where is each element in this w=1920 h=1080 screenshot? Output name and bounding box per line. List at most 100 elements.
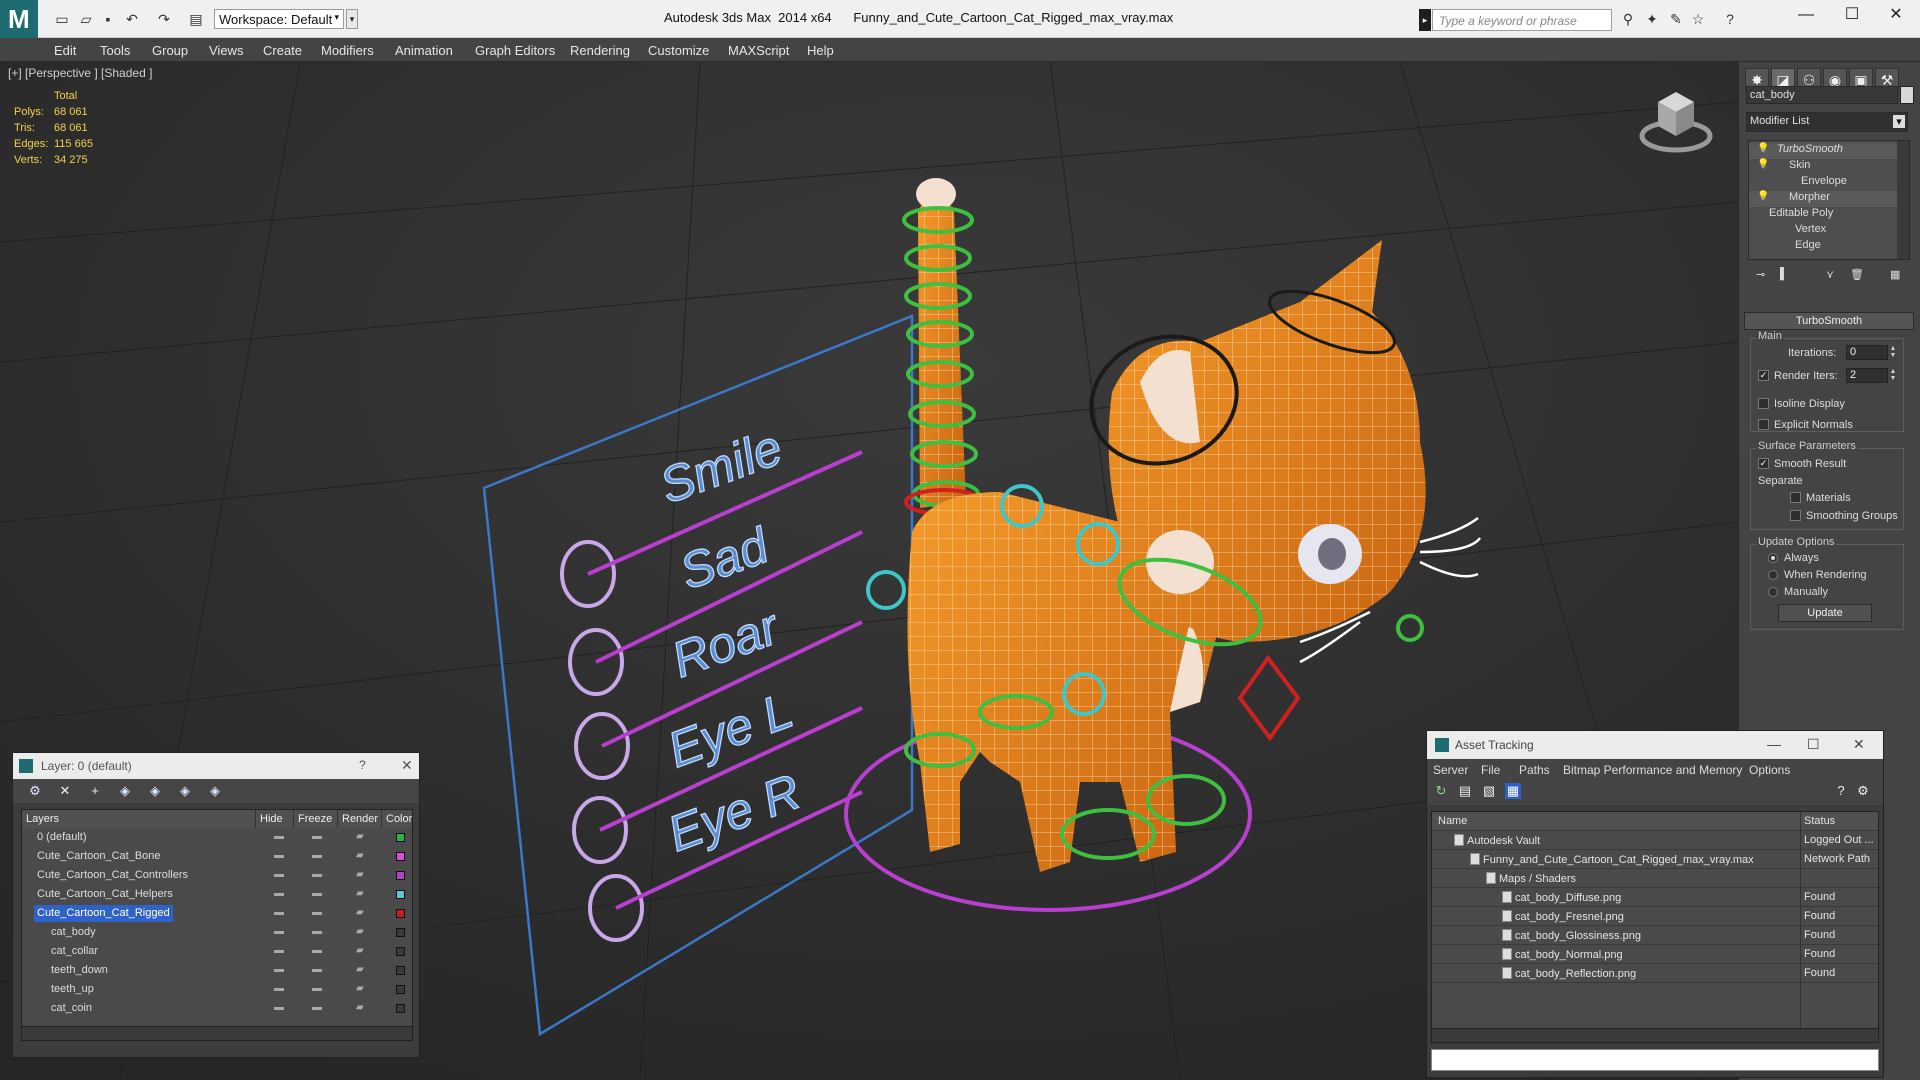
select-objects-icon[interactable]: ◈ — [117, 783, 133, 799]
menu-rendering[interactable]: Rendering — [570, 43, 630, 58]
stack-item-edge[interactable]: Edge — [1749, 239, 1897, 255]
layer-row-name[interactable]: cat_coin — [48, 1000, 95, 1017]
hide-toggle-icon[interactable]: ▬ — [274, 1002, 284, 1013]
object-color-swatch[interactable] — [1900, 86, 1914, 104]
layer-row[interactable]: cat_body ▬ ▬ ▰ — [22, 923, 412, 942]
menu-modifiers[interactable]: Modifiers — [321, 43, 374, 58]
col-name[interactable]: Name — [1438, 815, 1467, 827]
table-view-icon[interactable]: ▦ — [1505, 783, 1521, 799]
asset-menu-bitmap[interactable]: Bitmap Performance and Memory — [1563, 763, 1742, 777]
layer-color-swatch[interactable] — [396, 890, 405, 899]
render-toggle-icon[interactable]: ▰ — [356, 850, 364, 861]
stack-item-vertex[interactable]: Vertex — [1749, 223, 1897, 239]
freeze-toggle-icon[interactable]: ▬ — [312, 926, 322, 937]
turbosmooth-rollout-header[interactable]: TurboSmooth — [1744, 312, 1914, 330]
stack-item-skin[interactable]: Skin — [1749, 159, 1897, 175]
layer-row[interactable]: 0 (default) ▬ ▬ ▰ — [22, 828, 412, 847]
asset-help-icon[interactable]: ? — [1833, 783, 1849, 799]
col-layers[interactable]: Layers — [22, 810, 256, 828]
layer-row-name[interactable]: Cute_Cartoon_Cat_Controllers — [34, 867, 191, 884]
asset-row[interactable]: Funny_and_Cute_Cartoon_Cat_Rigged_max_vr… — [1432, 850, 1878, 869]
iterations-spinner-arrows[interactable]: ▲ ▼ — [1888, 345, 1898, 360]
viewcube-icon[interactable] — [1636, 80, 1716, 160]
new-file-icon[interactable]: ▭ — [54, 11, 70, 27]
hide-toggle-icon[interactable]: ▬ — [274, 983, 284, 994]
asset-row[interactable]: cat_body_Fresnel.png Found — [1432, 907, 1878, 926]
layer-close-button[interactable]: ✕ — [401, 757, 413, 774]
menu-edit[interactable]: Edit — [54, 43, 76, 58]
freeze-toggle-icon[interactable]: ▬ — [312, 888, 322, 899]
asset-dialog-titlebar[interactable]: Asset Tracking — ☐ ✕ — [1427, 731, 1883, 759]
render-toggle-icon[interactable]: ▰ — [356, 831, 364, 842]
binoculars-icon[interactable]: ⚲ — [1620, 11, 1636, 27]
hide-all-icon[interactable]: ◈ — [177, 783, 193, 799]
col-render[interactable]: Render — [338, 810, 382, 828]
layer-row[interactable]: Cute_Cartoon_Cat_Bone ▬ ▬ ▰ — [22, 847, 412, 866]
iterations-spinner[interactable]: 0 — [1846, 345, 1888, 360]
render-toggle-icon[interactable]: ▰ — [356, 888, 364, 899]
layer-row[interactable]: cat_collar ▬ ▬ ▰ — [22, 942, 412, 961]
lightbulb-icon[interactable]: 💡 — [1757, 159, 1769, 170]
update-button[interactable]: Update — [1778, 604, 1872, 622]
isoline-display-checkbox[interactable] — [1758, 398, 1769, 409]
layer-color-swatch[interactable] — [396, 833, 405, 842]
search-expand-button[interactable]: ▸ — [1419, 9, 1431, 31]
stack-item-turbosmooth[interactable]: TurboSmooth — [1749, 143, 1897, 159]
col-freeze[interactable]: Freeze — [294, 810, 338, 828]
app-menu-button[interactable]: M — [0, 0, 38, 38]
asset-row[interactable]: Maps / Shaders — [1432, 869, 1878, 888]
asset-row[interactable]: cat_body_Reflection.png Found — [1432, 964, 1878, 983]
open-file-icon[interactable]: ▱ — [78, 11, 94, 27]
hide-toggle-icon[interactable]: ▬ — [274, 869, 284, 880]
remove-modifier-icon[interactable]: 🗑 — [1850, 268, 1864, 281]
render-iters-spinner-arrows[interactable]: ▲ ▼ — [1888, 368, 1898, 383]
update-manually-radio[interactable] — [1768, 587, 1778, 597]
stack-item-envelope[interactable]: Envelope — [1749, 175, 1897, 191]
freeze-all-icon[interactable]: ◈ — [207, 783, 223, 799]
hide-toggle-icon[interactable]: ▬ — [274, 945, 284, 956]
asset-path-field[interactable] — [1431, 1049, 1879, 1071]
refresh-icon[interactable]: ↻ — [1433, 783, 1449, 799]
pin-stack-icon[interactable]: ⊸ — [1756, 268, 1765, 281]
layer-row-name[interactable]: cat_body — [48, 924, 99, 941]
layer-horizontal-scrollbar[interactable] — [22, 1026, 412, 1040]
layer-row[interactable]: teeth_down ▬ ▬ ▰ — [22, 961, 412, 980]
project-folder-icon[interactable]: ▤ — [188, 11, 204, 27]
hide-toggle-icon[interactable]: ▬ — [274, 831, 284, 842]
layer-row-name[interactable]: teeth_down — [48, 962, 111, 979]
configure-modifier-sets-icon[interactable]: ▦ — [1890, 268, 1900, 281]
asset-row[interactable]: cat_body_Diffuse.png Found — [1432, 888, 1878, 907]
layer-color-swatch[interactable] — [396, 909, 405, 918]
asset-menu-file[interactable]: File — [1481, 763, 1500, 777]
asset-row[interactable]: Autodesk Vault Logged Out ... — [1432, 831, 1878, 850]
layer-row-name[interactable]: teeth_up — [48, 981, 97, 998]
layer-color-swatch[interactable] — [396, 947, 405, 956]
maximize-button[interactable]: ☐ — [1830, 4, 1874, 28]
stack-item-morpher[interactable]: Morpher — [1749, 191, 1897, 207]
thumbnail-view-icon[interactable]: ▧ — [1481, 783, 1497, 799]
asset-row[interactable]: cat_body_Normal.png Found — [1432, 945, 1878, 964]
hide-toggle-icon[interactable]: ▬ — [274, 907, 284, 918]
asset-maximize-button[interactable]: ☐ — [1807, 736, 1820, 753]
layer-help-button[interactable]: ? — [359, 758, 366, 772]
delete-layer-icon[interactable]: ✕ — [57, 783, 73, 799]
freeze-toggle-icon[interactable]: ▬ — [312, 850, 322, 861]
layer-row[interactable]: Cute_Cartoon_Cat_Helpers ▬ ▬ ▰ — [22, 885, 412, 904]
layer-row-name[interactable]: Cute_Cartoon_Cat_Helpers — [34, 886, 176, 903]
layer-row[interactable]: Cute_Cartoon_Cat_Controllers ▬ ▬ ▰ — [22, 866, 412, 885]
hide-toggle-icon[interactable]: ▬ — [274, 888, 284, 899]
menu-graph-editors[interactable]: Graph Editors — [475, 43, 555, 58]
create-layer-icon[interactable]: ⚙ — [27, 783, 43, 799]
render-toggle-icon[interactable]: ▰ — [356, 945, 364, 956]
layer-color-swatch[interactable] — [396, 1004, 405, 1013]
asset-horizontal-scrollbar[interactable] — [1432, 1028, 1878, 1042]
asset-menu-paths[interactable]: Paths — [1519, 763, 1550, 777]
render-toggle-icon[interactable]: ▰ — [356, 964, 364, 975]
asset-menu-server[interactable]: Server — [1433, 763, 1468, 777]
save-file-icon[interactable]: ▪ — [100, 11, 116, 27]
menu-group[interactable]: Group — [152, 43, 188, 58]
menu-views[interactable]: Views — [209, 43, 243, 58]
col-status[interactable]: Status — [1804, 815, 1835, 827]
update-when-rendering-radio[interactable] — [1768, 570, 1778, 580]
menu-tools[interactable]: Tools — [100, 43, 130, 58]
